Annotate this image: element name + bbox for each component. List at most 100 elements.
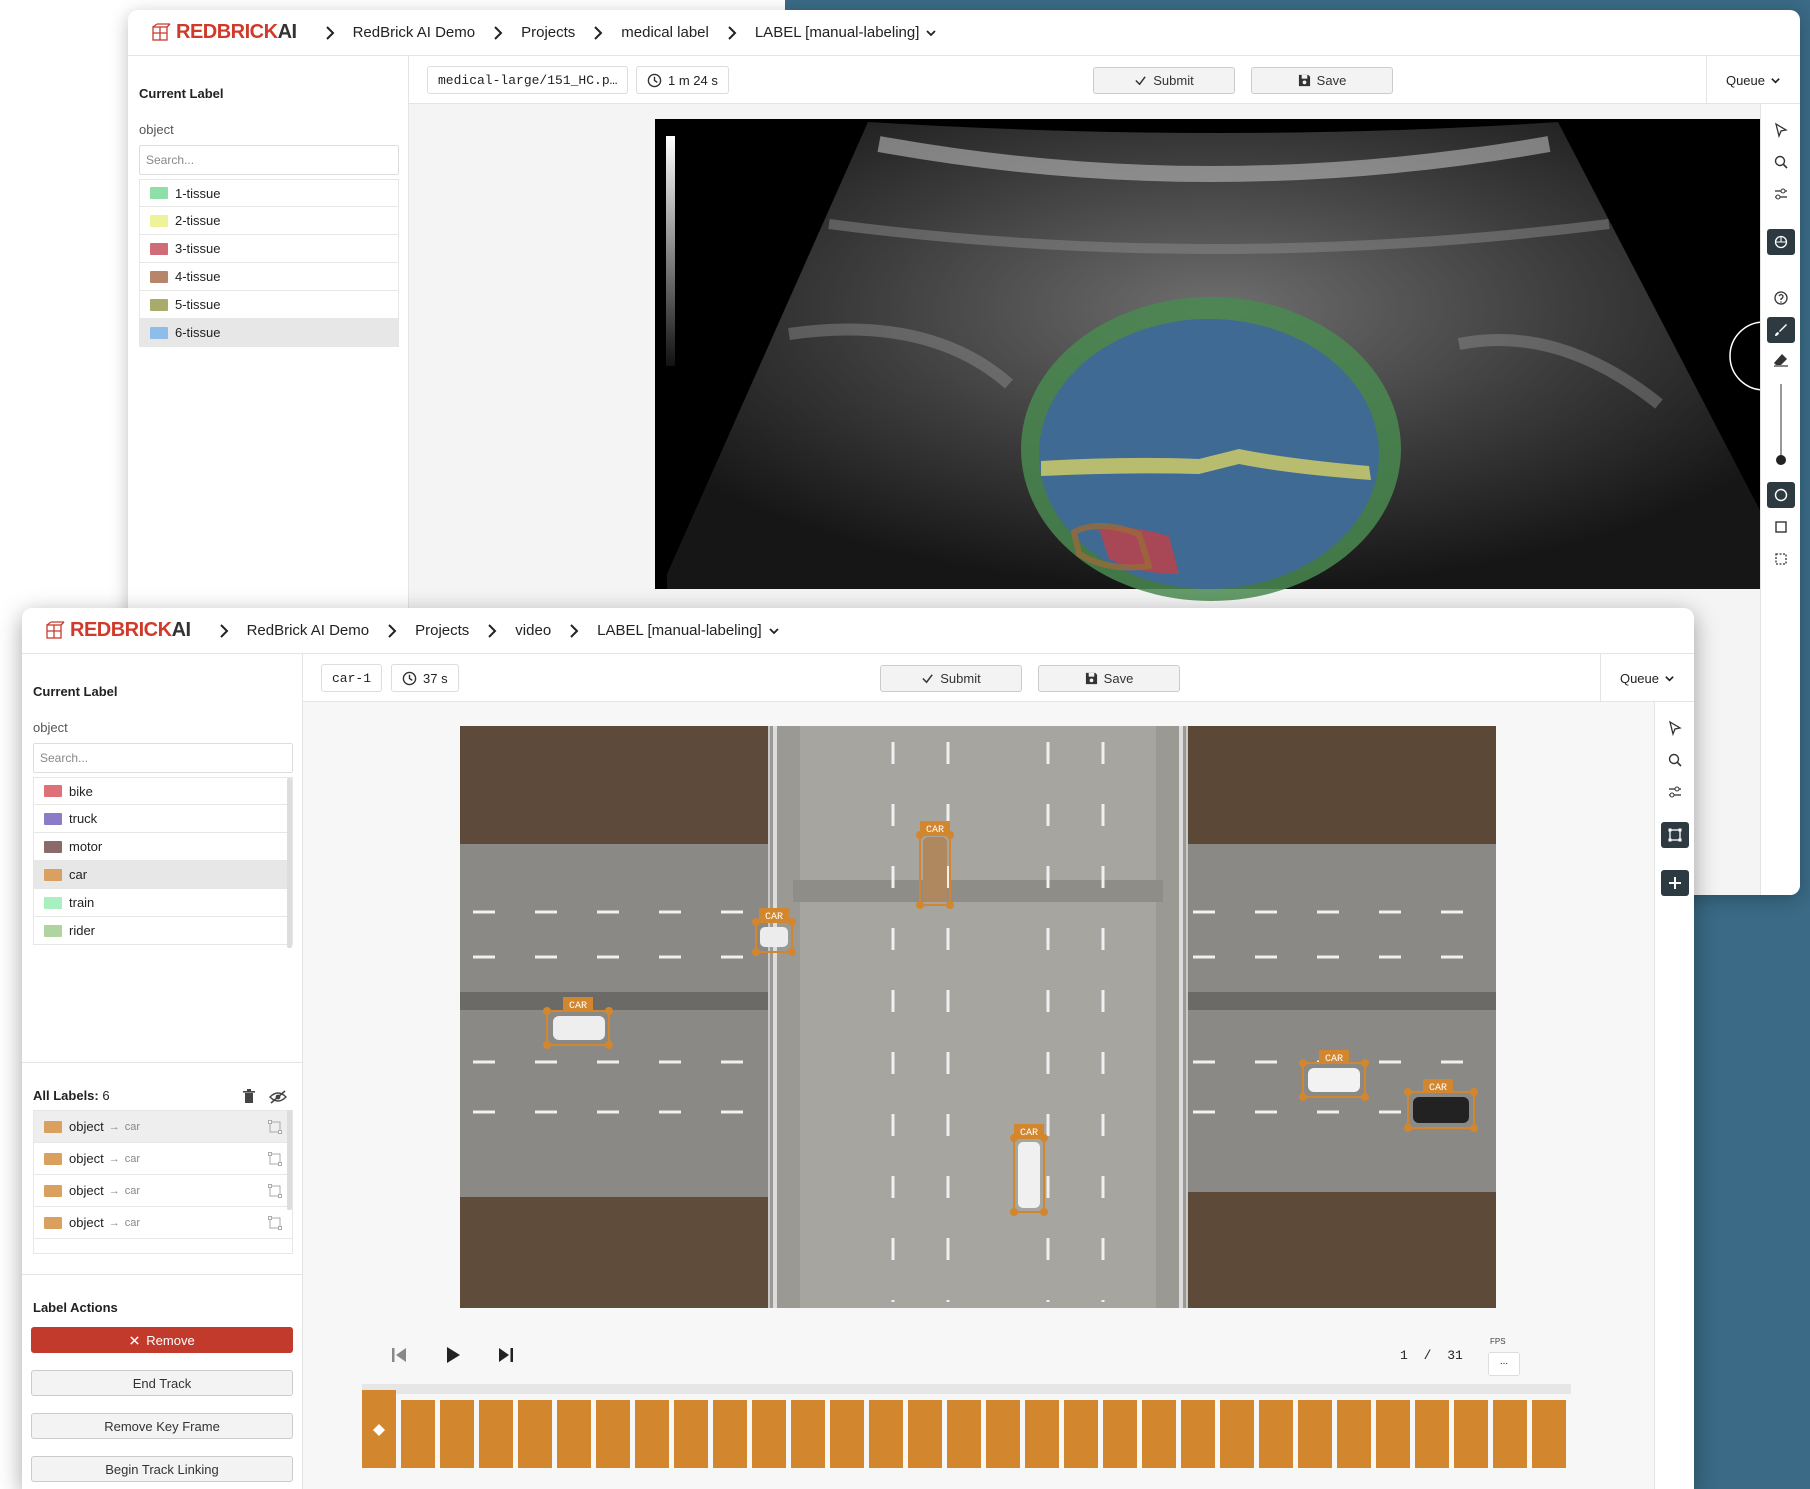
pointer-tool[interactable] (1767, 117, 1795, 143)
zoom-tool[interactable] (1767, 149, 1795, 175)
class-item-selected[interactable]: 6-tissue (139, 319, 399, 347)
bbox-icon[interactable] (268, 1216, 282, 1230)
brush-tool[interactable] (1767, 317, 1795, 343)
brush-size-handle[interactable] (1776, 455, 1786, 465)
keyframe[interactable] (1298, 1400, 1332, 1468)
label-row[interactable]: object → car (34, 1175, 292, 1207)
label-row[interactable]: object → car (34, 1207, 292, 1239)
eraser-tool[interactable] (1767, 347, 1795, 373)
bbox-icon[interactable] (268, 1184, 282, 1198)
track-linking-button[interactable]: Begin Track Linking (31, 1456, 293, 1482)
submit-button[interactable]: Submit (880, 665, 1022, 692)
bbox-tool[interactable] (1661, 822, 1689, 848)
keyframe[interactable] (1025, 1400, 1059, 1468)
keyframe[interactable] (1532, 1400, 1566, 1468)
remove-keyframe-button[interactable]: Remove Key Frame (31, 1413, 293, 1439)
keyframe[interactable] (986, 1400, 1020, 1468)
keyframe[interactable] (1454, 1400, 1488, 1468)
breadcrumb-org[interactable]: RedBrick AI Demo (247, 622, 370, 639)
keyframe[interactable] (713, 1400, 747, 1468)
class-item[interactable]: bike (33, 777, 293, 805)
breadcrumb-stage[interactable]: LABEL [manual-labeling] (597, 622, 762, 639)
breadcrumb-project[interactable]: video (515, 622, 551, 639)
keyframe[interactable] (635, 1400, 669, 1468)
help-tool[interactable] (1767, 285, 1795, 311)
keyframe[interactable] (1337, 1400, 1371, 1468)
keyframe[interactable] (440, 1400, 474, 1468)
keyframe[interactable] (596, 1400, 630, 1468)
chevron-down-icon[interactable] (768, 625, 780, 637)
keyframe[interactable] (1376, 1400, 1410, 1468)
class-item[interactable]: rider (33, 917, 293, 945)
breadcrumb-org[interactable]: RedBrick AI Demo (353, 24, 476, 41)
breadcrumb-projects[interactable]: Projects (521, 24, 575, 41)
keyframe[interactable] (1220, 1400, 1254, 1468)
keyframe[interactable] (791, 1400, 825, 1468)
play-icon[interactable] (443, 1345, 463, 1365)
class-item[interactable]: train (33, 889, 293, 917)
skip-back-icon[interactable] (389, 1345, 409, 1365)
redbrick-logo[interactable]: REDBRICKAI (150, 21, 297, 44)
video-frame[interactable]: CAR CAR CAR CAR CAR CAR (303, 702, 1654, 1489)
skip-forward-icon[interactable] (496, 1345, 516, 1365)
label-row[interactable]: object → car (34, 1143, 292, 1175)
keyframe[interactable] (479, 1400, 513, 1468)
keyframe[interactable] (674, 1400, 708, 1468)
pointer-tool[interactable] (1661, 715, 1689, 741)
submit-button[interactable]: Submit (1093, 67, 1235, 94)
chevron-down-icon[interactable] (925, 27, 937, 39)
class-item[interactable]: truck (33, 805, 293, 833)
timeline-scrubber[interactable] (362, 1384, 1571, 1394)
keyframe[interactable] (401, 1400, 435, 1468)
keyframe[interactable] (1103, 1400, 1137, 1468)
labels-list-scrollbar[interactable] (287, 1110, 292, 1210)
breadcrumb-project[interactable]: medical label (621, 24, 709, 41)
keyframe[interactable] (1142, 1400, 1176, 1468)
adjust-tool[interactable] (1767, 181, 1795, 207)
segment-tool[interactable] (1767, 229, 1795, 255)
class-item[interactable]: 5-tissue (139, 291, 399, 319)
queue-dropdown[interactable]: Queue (1600, 654, 1694, 702)
breadcrumb-stage[interactable]: LABEL [manual-labeling] (755, 24, 920, 41)
class-list-scrollbar[interactable] (287, 778, 292, 948)
keyframe[interactable] (947, 1400, 981, 1468)
keyframe[interactable] (1415, 1400, 1449, 1468)
end-track-button[interactable]: End Track (31, 1370, 293, 1396)
save-button[interactable]: Save (1038, 665, 1180, 692)
class-item[interactable]: 3-tissue (139, 235, 399, 263)
keyframe[interactable] (557, 1400, 591, 1468)
class-search-input[interactable]: Search... (33, 743, 293, 773)
zoom-tool[interactable] (1661, 747, 1689, 773)
bbox-icon[interactable] (268, 1152, 282, 1166)
keyframe[interactable] (869, 1400, 903, 1468)
fps-input[interactable]: ... (1488, 1352, 1520, 1376)
circle-brush-tool[interactable] (1767, 482, 1795, 508)
class-item-selected[interactable]: car (33, 861, 293, 889)
keyframe[interactable] (1064, 1400, 1098, 1468)
class-item[interactable]: 2-tissue (139, 207, 399, 235)
keyframe[interactable] (908, 1400, 942, 1468)
keyframe[interactable] (830, 1400, 864, 1468)
keyframe-current[interactable] (362, 1390, 396, 1468)
keyframe[interactable] (1259, 1400, 1293, 1468)
selection-tool[interactable] (1767, 546, 1795, 572)
square-brush-tool[interactable] (1767, 514, 1795, 540)
keyframe[interactable] (1181, 1400, 1215, 1468)
eye-off-icon[interactable] (269, 1090, 287, 1104)
class-item[interactable]: 1-tissue (139, 179, 399, 207)
remove-button[interactable]: Remove (31, 1327, 293, 1353)
class-search-input[interactable]: Search... (139, 145, 399, 175)
redbrick-logo[interactable]: REDBRICKAI (44, 619, 191, 642)
keyframe[interactable] (1493, 1400, 1527, 1468)
add-tool[interactable] (1661, 870, 1689, 896)
label-row[interactable]: object → car (34, 1111, 292, 1143)
save-button[interactable]: Save (1251, 67, 1393, 94)
class-item[interactable]: 4-tissue (139, 263, 399, 291)
keyframe[interactable] (518, 1400, 552, 1468)
bbox-icon[interactable] (268, 1120, 282, 1134)
keyframe[interactable] (752, 1400, 786, 1468)
class-item[interactable]: motor (33, 833, 293, 861)
adjust-tool[interactable] (1661, 779, 1689, 805)
brush-size-slider[interactable] (1780, 384, 1782, 464)
queue-dropdown[interactable]: Queue (1706, 56, 1800, 104)
